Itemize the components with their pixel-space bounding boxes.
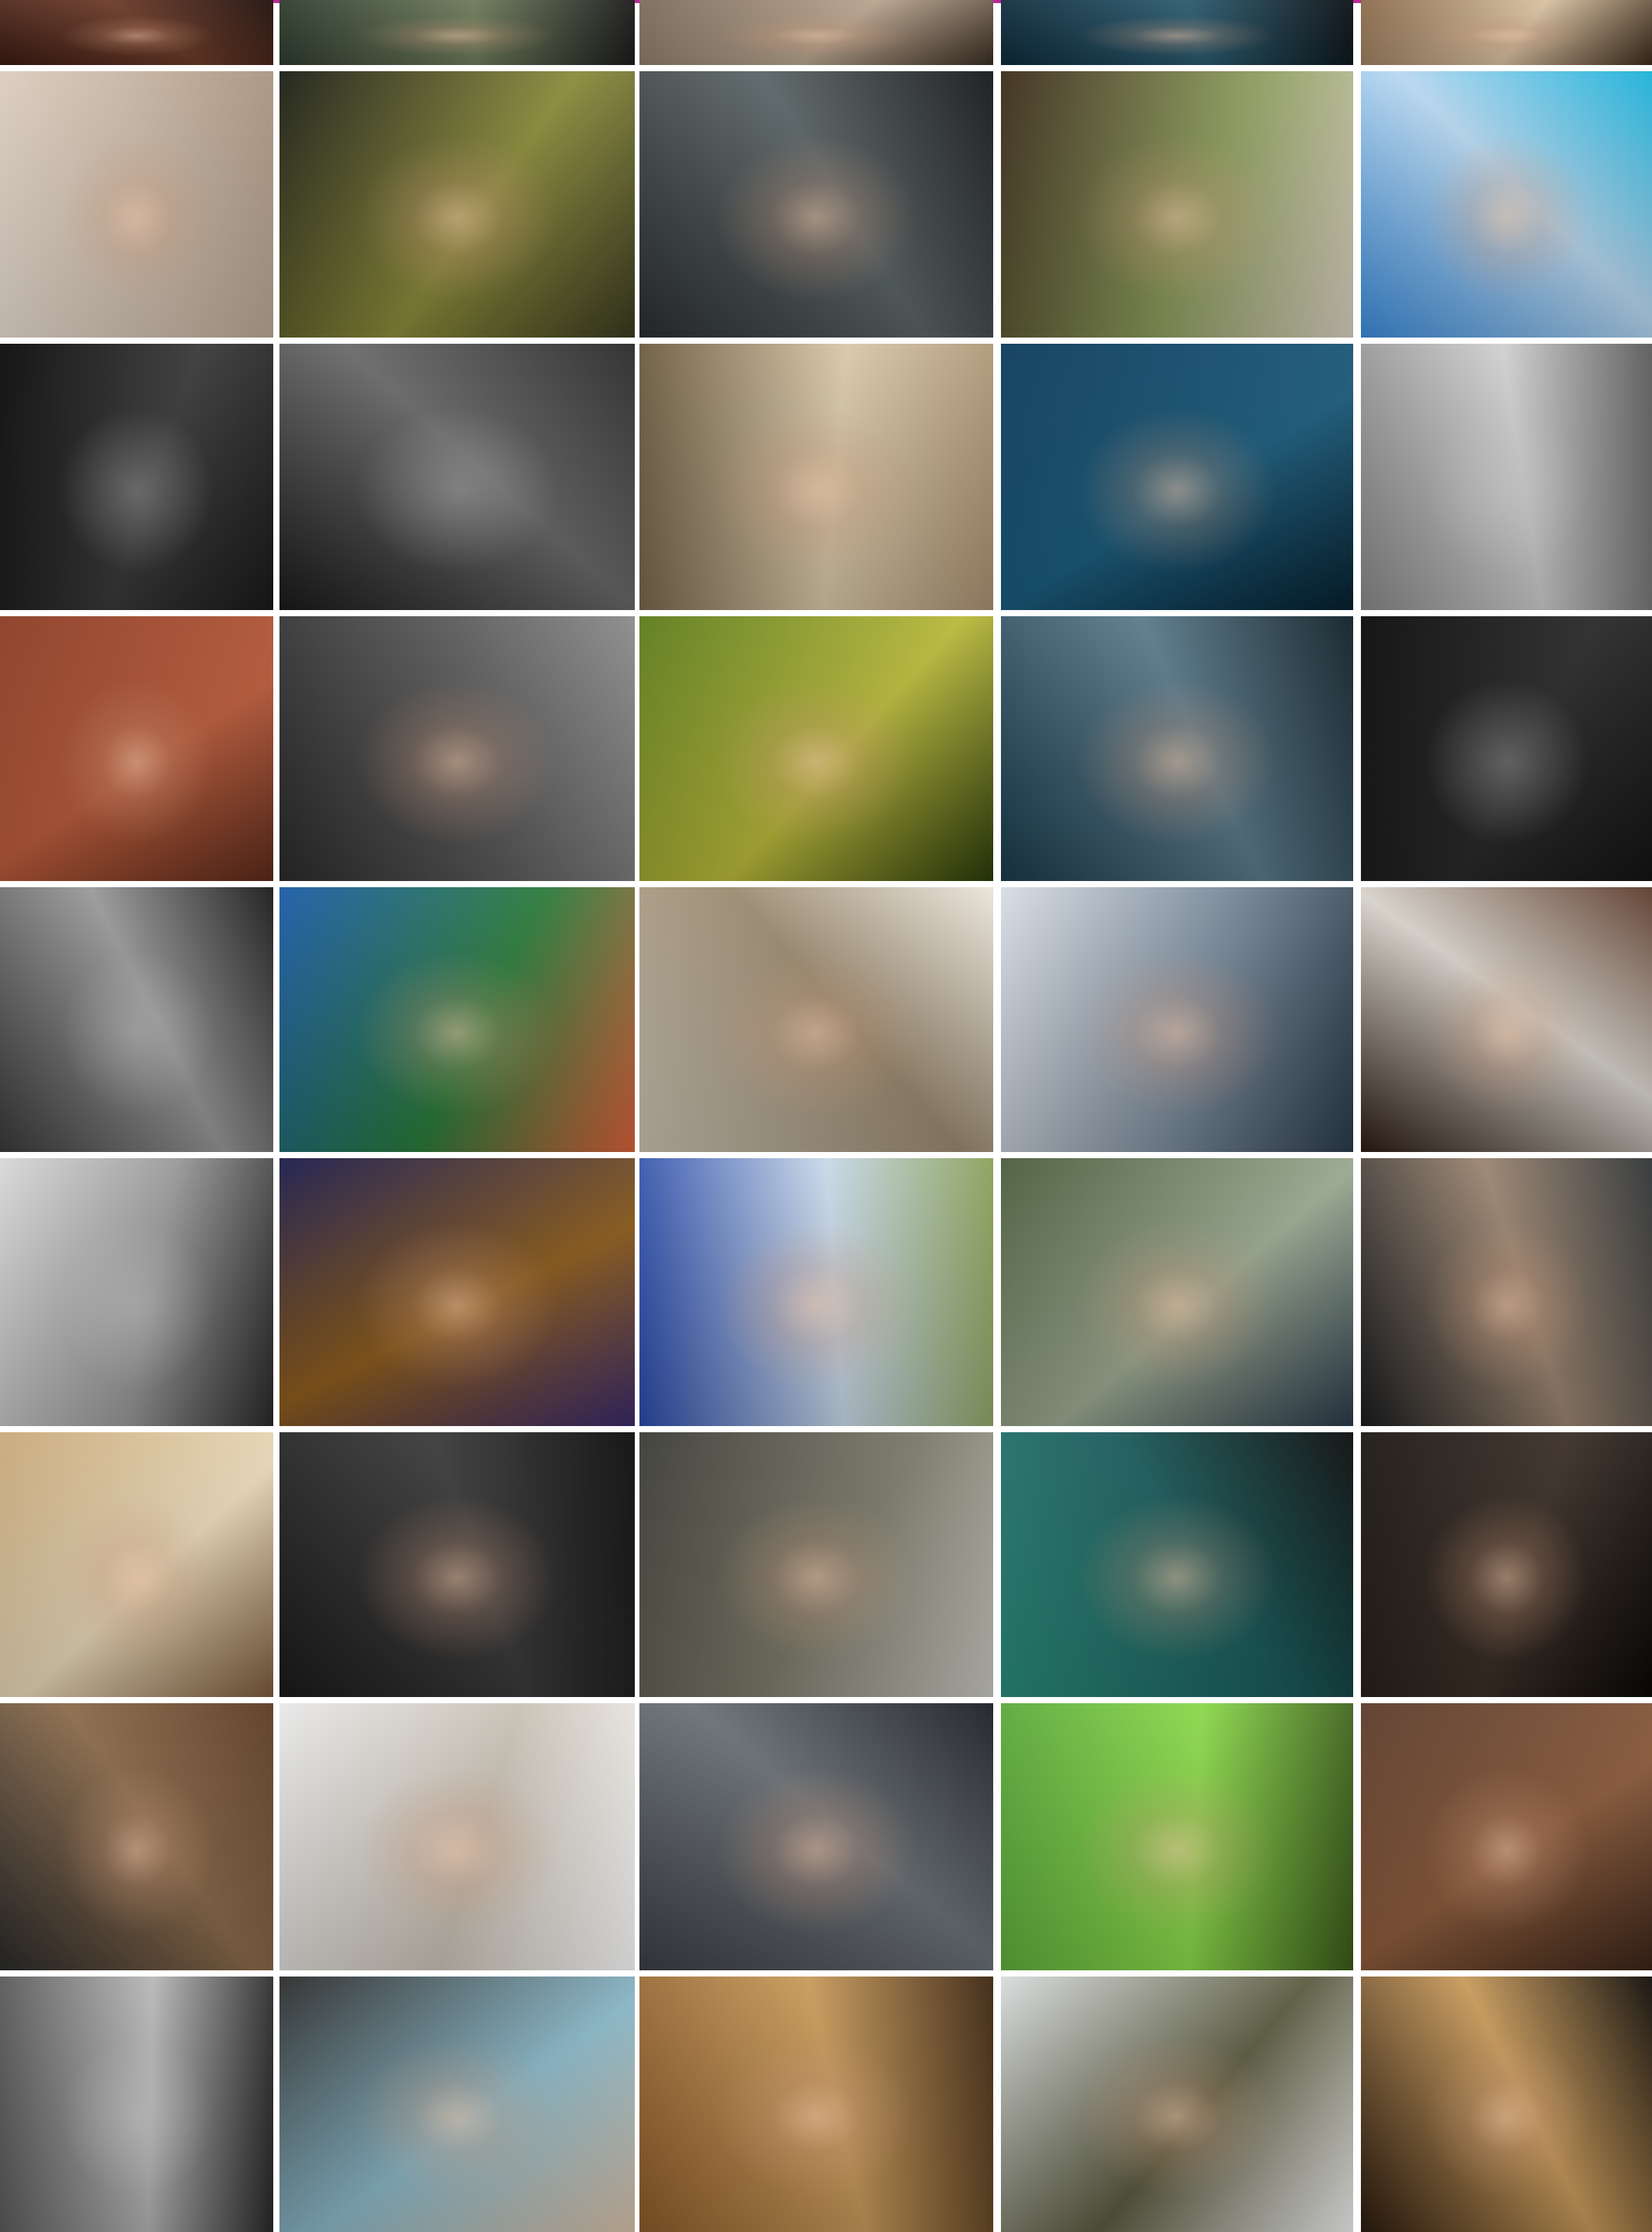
photo-thumbnail[interactable] bbox=[1001, 887, 1353, 1152]
photo-content bbox=[0, 1158, 273, 1426]
photo-content bbox=[279, 616, 635, 881]
photo-content bbox=[1001, 1158, 1353, 1426]
photo-thumbnail[interactable] bbox=[1361, 1432, 1652, 1697]
photo-content bbox=[1001, 71, 1353, 338]
photo-content bbox=[639, 1432, 993, 1697]
photo-thumbnail[interactable] bbox=[639, 1703, 993, 1970]
photo-thumbnail[interactable] bbox=[0, 71, 273, 338]
photo-content bbox=[639, 616, 993, 881]
photo-thumbnail[interactable] bbox=[0, 1703, 273, 1970]
photo-content bbox=[1361, 1977, 1652, 2232]
photo-thumbnail[interactable] bbox=[1001, 1158, 1353, 1426]
photo-content bbox=[1361, 616, 1652, 881]
photo-grid bbox=[0, 0, 1652, 2232]
photo-content bbox=[1361, 0, 1652, 65]
photo-thumbnail[interactable] bbox=[0, 1977, 273, 2232]
photo-thumbnail[interactable] bbox=[279, 0, 635, 65]
photo-thumbnail[interactable] bbox=[639, 71, 993, 338]
photo-thumbnail[interactable] bbox=[1001, 0, 1353, 65]
photo-thumbnail[interactable] bbox=[639, 1977, 993, 2232]
photo-thumbnail[interactable] bbox=[1361, 1158, 1652, 1426]
photo-thumbnail[interactable] bbox=[279, 344, 635, 610]
photo-content bbox=[0, 887, 273, 1152]
photo-thumbnail[interactable] bbox=[1361, 1703, 1652, 1970]
photo-content bbox=[279, 1432, 635, 1697]
photo-thumbnail[interactable] bbox=[279, 1703, 635, 1970]
photo-thumbnail[interactable] bbox=[1001, 616, 1353, 881]
photo-thumbnail[interactable] bbox=[279, 1158, 635, 1426]
photo-thumbnail[interactable] bbox=[1361, 344, 1652, 610]
photo-content bbox=[1361, 1703, 1652, 1970]
photo-content bbox=[279, 1703, 635, 1970]
photo-content bbox=[1001, 0, 1353, 65]
photo-content bbox=[1001, 344, 1353, 610]
photo-content bbox=[0, 1432, 273, 1697]
photo-thumbnail[interactable] bbox=[639, 887, 993, 1152]
photo-content bbox=[0, 1977, 273, 2232]
photo-thumbnail[interactable] bbox=[0, 887, 273, 1152]
photo-content bbox=[0, 71, 273, 338]
photo-thumbnail[interactable] bbox=[0, 616, 273, 881]
photo-thumbnail[interactable] bbox=[639, 0, 993, 65]
photo-thumbnail[interactable] bbox=[1361, 0, 1652, 65]
photo-content bbox=[279, 1977, 635, 2232]
photo-thumbnail[interactable] bbox=[279, 887, 635, 1152]
photo-thumbnail[interactable] bbox=[1001, 1977, 1353, 2232]
photo-thumbnail[interactable] bbox=[1001, 344, 1353, 610]
photo-thumbnail[interactable] bbox=[1361, 1977, 1652, 2232]
photo-thumbnail[interactable] bbox=[639, 1158, 993, 1426]
photo-thumbnail[interactable] bbox=[639, 1432, 993, 1697]
photo-thumbnail[interactable] bbox=[639, 344, 993, 610]
photo-content bbox=[279, 1158, 635, 1426]
photo-content bbox=[1361, 887, 1652, 1152]
photo-thumbnail[interactable] bbox=[279, 1432, 635, 1697]
photo-thumbnail[interactable] bbox=[1001, 1703, 1353, 1970]
photo-thumbnail[interactable] bbox=[1001, 71, 1353, 338]
photo-thumbnail[interactable] bbox=[1361, 616, 1652, 881]
photo-content bbox=[279, 887, 635, 1152]
photo-content bbox=[639, 71, 993, 338]
photo-content bbox=[639, 887, 993, 1152]
photo-content bbox=[1361, 1158, 1652, 1426]
photo-content bbox=[0, 344, 273, 610]
photo-thumbnail[interactable] bbox=[279, 71, 635, 338]
photo-thumbnail[interactable] bbox=[279, 616, 635, 881]
photo-thumbnail[interactable] bbox=[0, 1432, 273, 1697]
photo-content bbox=[1001, 887, 1353, 1152]
photo-content bbox=[1001, 1432, 1353, 1697]
photo-content bbox=[1361, 1432, 1652, 1697]
photo-content bbox=[639, 0, 993, 65]
photo-content bbox=[279, 344, 635, 610]
photo-content bbox=[639, 1977, 993, 2232]
photo-content bbox=[1001, 1977, 1353, 2232]
photo-content bbox=[639, 1158, 993, 1426]
photo-content bbox=[639, 344, 993, 610]
photo-thumbnail[interactable] bbox=[1361, 71, 1652, 338]
photo-content bbox=[1001, 616, 1353, 881]
photo-thumbnail[interactable] bbox=[639, 616, 993, 881]
photo-thumbnail[interactable] bbox=[1361, 887, 1652, 1152]
photo-thumbnail[interactable] bbox=[279, 1977, 635, 2232]
photo-thumbnail[interactable] bbox=[0, 344, 273, 610]
photo-content bbox=[0, 616, 273, 881]
photo-content bbox=[639, 1703, 993, 1970]
photo-thumbnail[interactable] bbox=[0, 0, 273, 65]
photo-content bbox=[1361, 344, 1652, 610]
photo-content bbox=[1001, 1703, 1353, 1970]
photo-content bbox=[1361, 71, 1652, 338]
photo-content bbox=[279, 71, 635, 338]
photo-thumbnail[interactable] bbox=[0, 1158, 273, 1426]
photo-thumbnail[interactable] bbox=[1001, 1432, 1353, 1697]
photo-content bbox=[279, 0, 635, 65]
photo-content bbox=[0, 1703, 273, 1970]
photo-content bbox=[0, 0, 273, 65]
